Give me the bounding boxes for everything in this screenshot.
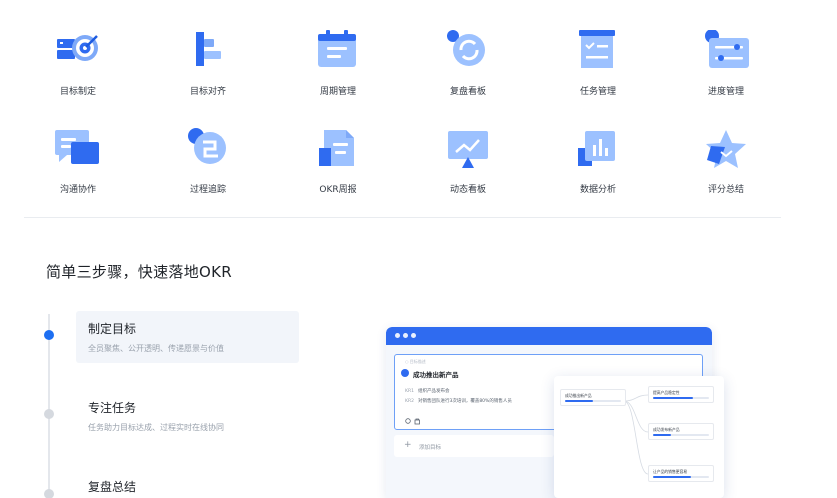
tracking-icon [183, 128, 233, 174]
card-actions [405, 418, 423, 427]
step-title: 制定目标 [88, 322, 137, 336]
chat-icon [53, 128, 103, 174]
star-icon [701, 128, 751, 174]
window-dot-icon [403, 333, 408, 338]
tree-child-node: 成功发布新产品 [648, 423, 714, 440]
feature-label: 目标制定 [59, 87, 96, 97]
tree-child-node: 让产品的销售更容易 [648, 465, 714, 482]
step-description: 全员聚焦、公开透明、传递愿景与价值 [88, 344, 224, 353]
feature-label: 目标对齐 [189, 87, 226, 97]
feature-label: 复盘看板 [449, 87, 486, 97]
timeline-dot [44, 409, 54, 419]
step-description: 任务助力目标达成、过程实时在线协同 [88, 423, 224, 432]
timeline-dot-active [44, 330, 54, 340]
tree-node-label: 成功发布新产品 [653, 427, 680, 432]
preview-titlebar [386, 327, 712, 345]
calendar-icon [313, 30, 363, 76]
tree-node-label: 让产品的销售更容易 [653, 469, 688, 474]
feature-label: OKR周报 [319, 185, 357, 195]
kr-tag: KR1 [405, 389, 414, 394]
dashboard-icon [443, 128, 493, 174]
refresh-icon [443, 30, 493, 76]
window-dot-icon [395, 333, 400, 338]
tree-node-label: 成功推出新产品 [565, 393, 592, 398]
feature-review-board[interactable]: 复盘看板 [418, 30, 518, 98]
bar-chart-icon [573, 128, 623, 174]
feature-goal-alignment[interactable]: 目标对齐 [158, 30, 258, 98]
step-title: 专注任务 [88, 401, 137, 415]
report-icon [313, 128, 363, 174]
tree-node-label: 提高产品稳定性 [653, 390, 680, 395]
feature-okr-weekly[interactable]: OKR周报 [288, 128, 388, 196]
add-objective-button[interactable]: + 添加目标 [394, 435, 554, 457]
step-title: 复盘总结 [88, 480, 137, 494]
section-divider [24, 217, 781, 218]
feature-label: 过程追踪 [189, 185, 226, 195]
tree-root-node: 成功推出新产品 [560, 389, 626, 406]
key-result: KR2 对销售团队进行3次培训，覆盖80%的销售人员 [405, 398, 512, 404]
add-objective-label: 添加目标 [419, 445, 442, 451]
feature-score-summary[interactable]: 评分总结 [676, 128, 776, 196]
timeline-dot [44, 489, 54, 498]
feature-label: 动态看板 [449, 185, 486, 195]
kr-text: 对销售团队进行3次培训，覆盖80%的销售人员 [417, 399, 512, 404]
feature-communication[interactable]: 沟通协作 [28, 128, 128, 196]
feature-label: 周期管理 [319, 87, 356, 97]
feature-data-analysis[interactable]: 数据分析 [548, 128, 648, 196]
feature-grid: 目标制定 目标对齐 周期管理 复盘看板 任务管理 进度管理 沟通协作 过程追踪 … [0, 0, 837, 218]
checklist-icon [573, 30, 623, 76]
feature-task-management[interactable]: 任务管理 [548, 30, 648, 98]
feature-cycle-management[interactable]: 周期管理 [288, 30, 388, 98]
step-review-summary[interactable]: 复盘总结 [76, 469, 299, 498]
progress-icon [701, 29, 751, 76]
feature-label: 进度管理 [707, 87, 744, 97]
tree-child-node: 提高产品稳定性 [648, 386, 714, 403]
feature-dynamic-board[interactable]: 动态看板 [418, 128, 518, 196]
section-title: 简单三步骤，快速落地OKR [46, 263, 232, 281]
timeline-line [48, 314, 50, 498]
objective-title: 成功推出新产品 [413, 371, 459, 379]
feature-process-tracking[interactable]: 过程追踪 [158, 128, 258, 196]
target-icon [53, 30, 103, 76]
feature-progress-management[interactable]: 进度管理 [676, 29, 776, 98]
kr-text: 组织产品发布会 [417, 389, 450, 394]
okr-alignment-tree: 成功推出新产品 提高产品稳定性 成功发布新产品 让产品的销售更容易 [554, 376, 724, 498]
feature-label: 任务管理 [579, 87, 616, 97]
align-icon [183, 30, 233, 76]
feature-label: 评分总结 [707, 185, 744, 195]
objective-hint: ○ 目标描述 [405, 359, 426, 364]
feature-goal-setting[interactable]: 目标制定 [28, 30, 128, 98]
key-result: KR1 组织产品发布会 [405, 388, 449, 394]
window-dot-icon [411, 333, 416, 338]
feature-label: 数据分析 [579, 185, 616, 195]
feature-label: 沟通协作 [59, 185, 96, 195]
step-focus-tasks[interactable]: 专注任务 任务助力目标达成、过程实时在线协同 [76, 390, 299, 443]
objective-icon [401, 369, 409, 377]
step-set-goals[interactable]: 制定目标 全员聚焦、公开透明、传递愿景与价值 [76, 311, 299, 363]
plus-icon: + [404, 440, 412, 450]
kr-tag: KR2 [405, 399, 414, 404]
